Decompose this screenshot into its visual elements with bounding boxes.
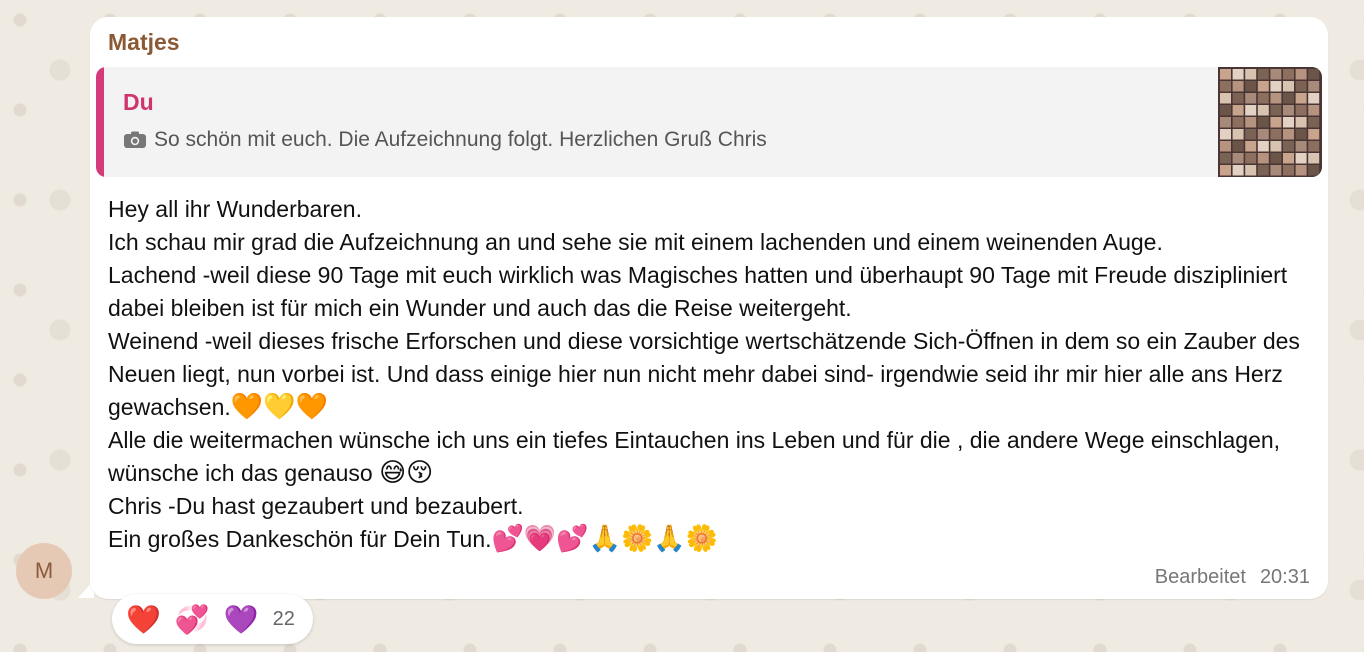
message-line-text: Alle die weitermachen wünsche ich uns ei… [108, 427, 1281, 486]
quote-accent-bar [96, 67, 104, 177]
message-time: 20:31 [1259, 566, 1310, 588]
message-bubble[interactable]: Matjes Du So schön mit euch. Die Aufzeic… [90, 17, 1328, 599]
reaction-hearts-emoji: 💞 [174, 602, 210, 636]
message-line: Weinend -weil dieses frische Erforschen … [108, 325, 1313, 424]
reaction-heart-emoji: ❤️ [126, 602, 161, 636]
reaction-purple-heart-emoji: 💜 [223, 602, 259, 636]
message-line: Ein großes Dankeschön für Dein Tun.💕💗💕🙏🌼… [108, 523, 1313, 556]
smile-emojis: 😅😚 [379, 458, 434, 488]
message-line: Alle die weitermachen wünsche ich uns ei… [108, 424, 1313, 490]
avatar[interactable]: M [16, 543, 72, 599]
message-text: Hey all ihr Wunderbaren. Ich schau mir g… [108, 193, 1313, 556]
reaction-count: 22 [272, 607, 295, 630]
avatar-initial: M [34, 558, 54, 583]
message-line: Lachend -weil diese 90 Tage mit euch wir… [108, 262, 1288, 321]
quote-author: Du [123, 89, 154, 115]
message-line: Chris -Du hast gezaubert und bezaubert. [108, 493, 524, 519]
quote-text: So schön mit euch. Die Aufzeichnung folg… [154, 128, 767, 151]
message-meta: Bearbeitet 20:31 [1155, 566, 1310, 589]
message-line: Hey all ihr Wunderbaren. [108, 196, 362, 222]
reactions-pill[interactable]: ❤️ 💞 💜 22 [112, 594, 313, 644]
quote-text-row: So schön mit euch. Die Aufzeichnung folg… [123, 128, 767, 152]
sender-name[interactable]: Matjes [108, 29, 180, 56]
video-grid-thumbnail-icon [1218, 67, 1322, 177]
camera-icon [124, 131, 146, 148]
heart-emojis: 🧡💛🧡 [230, 392, 328, 422]
message-line: Ich schau mir grad die Aufzeichnung an u… [108, 229, 1163, 255]
edited-label: Bearbeitet [1154, 566, 1246, 588]
quoted-message[interactable]: Du So schön mit euch. Die Aufzeichnung f… [96, 67, 1322, 177]
quote-thumbnail[interactable] [1218, 67, 1322, 177]
thanks-emojis: 💕💗💕🙏🌼🙏🌼 [491, 524, 719, 554]
message-line-text: Ein großes Dankeschön für Dein Tun. [108, 526, 492, 552]
